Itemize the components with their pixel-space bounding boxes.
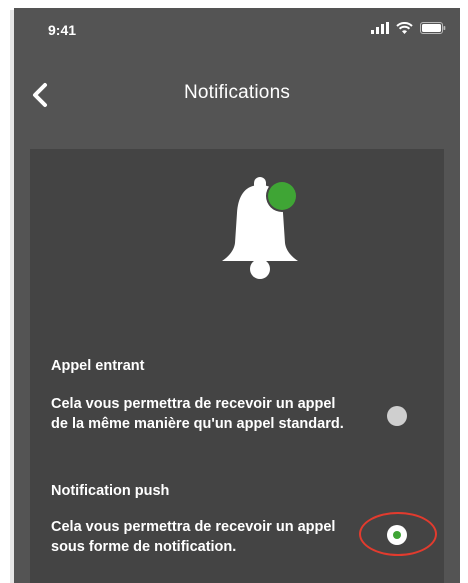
bell-notification-icon [222, 177, 298, 279]
highlight-annotation-circle [359, 512, 437, 556]
status-bar: 9:41 [14, 8, 460, 52]
push-notification-title: Notification push [51, 483, 170, 499]
battery-icon [420, 22, 446, 34]
phone-screen: 9:41 Notifications Appel entrant Cela vo… [14, 8, 460, 583]
incoming-call-description: Cela vous permettra de recevoir un appel… [51, 396, 344, 432]
page-title: Notifications [183, 82, 291, 103]
notification-settings-card: Appel entrant Cela vous permettra de rec… [30, 149, 444, 583]
wifi-icon [396, 22, 413, 34]
push-notification-description: Cela vous permettra de recevoir un appel… [51, 519, 336, 555]
status-time: 9:41 [48, 22, 77, 38]
incoming-call-title: Appel entrant [51, 358, 145, 374]
navigation-bar: Notifications [14, 70, 460, 120]
signal-icon [371, 22, 389, 34]
status-icons [371, 22, 446, 34]
incoming-call-radio[interactable] [387, 406, 407, 426]
